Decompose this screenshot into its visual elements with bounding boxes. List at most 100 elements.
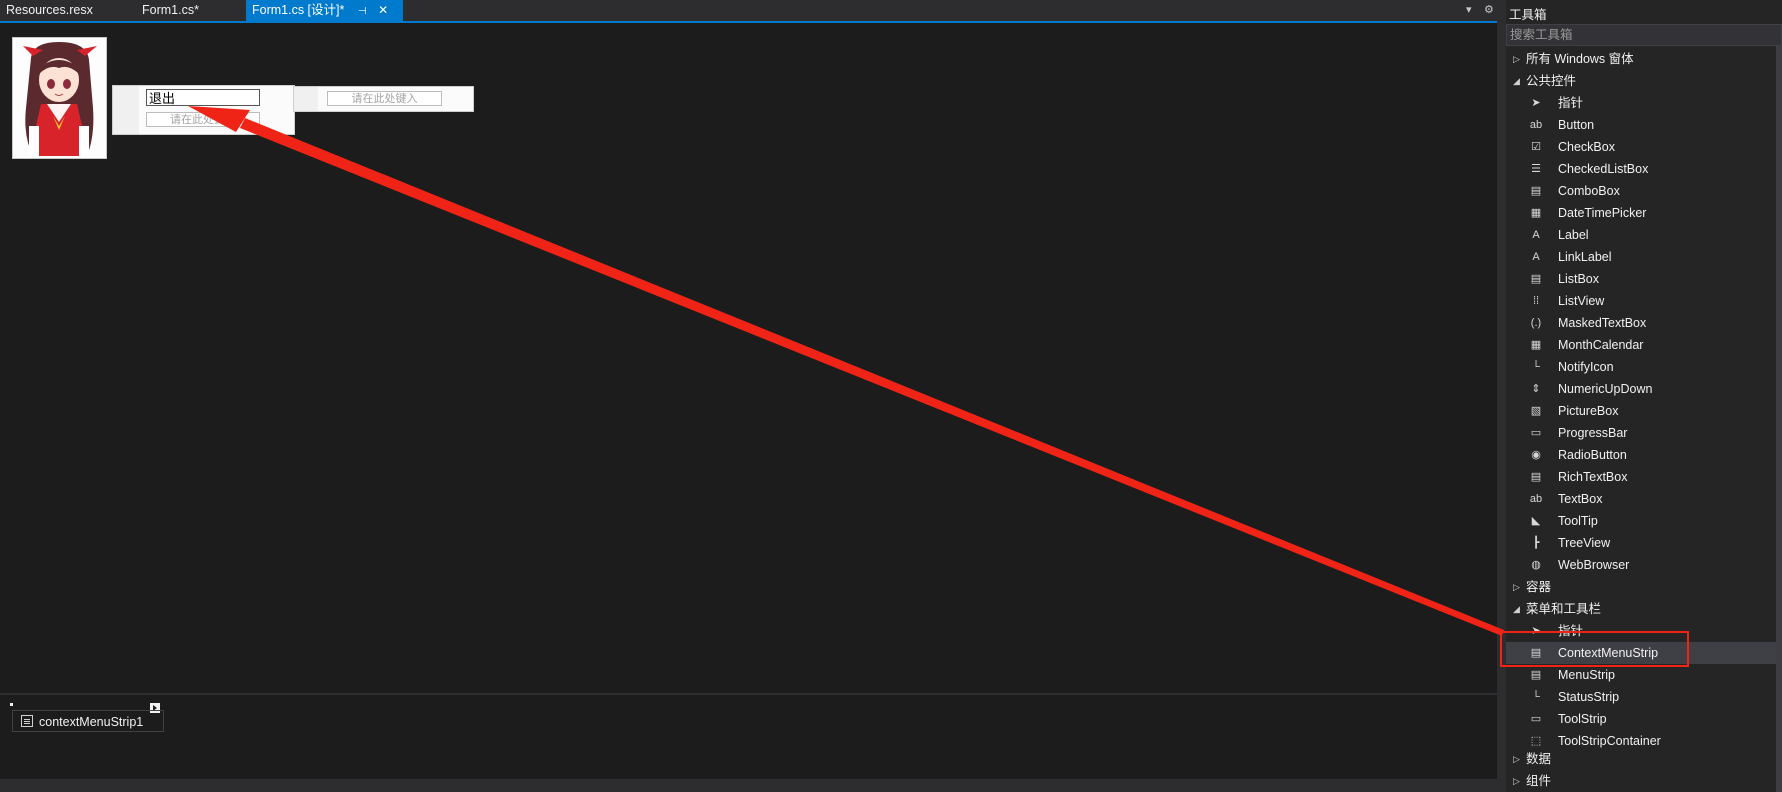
toolbox-search-input[interactable]: 搜索工具箱 bbox=[1506, 24, 1782, 46]
toolbox-item-datetimepicker[interactable]: ▦ DateTimePicker bbox=[1506, 202, 1782, 224]
toolbox-item-richtextbox[interactable]: ▤ RichTextBox bbox=[1506, 466, 1782, 488]
toolbox-item-picturebox[interactable]: ▧ PictureBox bbox=[1506, 400, 1782, 422]
close-icon[interactable]: ✕ bbox=[378, 3, 388, 17]
label-icon: A bbox=[1532, 229, 1540, 241]
section-all-windows-forms[interactable]: ▷ 所有 Windows 窗体 bbox=[1506, 48, 1782, 70]
toolbox-item-label: ToolTip bbox=[1558, 514, 1598, 528]
picture-box[interactable] bbox=[12, 37, 107, 159]
tab-dropdown-icon[interactable]: ▾ bbox=[1466, 3, 1472, 16]
menustrip-icon: ▤ bbox=[1530, 669, 1542, 681]
section-label: 公共控件 bbox=[1526, 74, 1577, 88]
toolbox-item-textbox[interactable]: ab TextBox bbox=[1506, 488, 1782, 510]
selection-handle[interactable] bbox=[10, 703, 13, 706]
toolbox-item-radiobutton[interactable]: ◉ RadioButton bbox=[1506, 444, 1782, 466]
toolbox-item-treeview[interactable]: ┣ TreeView bbox=[1506, 532, 1782, 554]
status-bar bbox=[0, 779, 1497, 792]
toolbox-item-checkedlistbox[interactable]: ☰ CheckedListBox bbox=[1506, 158, 1782, 180]
toolbox-item-label: DateTimePicker bbox=[1558, 206, 1647, 220]
toolbox-item-checkbox[interactable]: ☑ CheckBox bbox=[1506, 136, 1782, 158]
toolstrip-icon: ▭ bbox=[1530, 713, 1542, 725]
toolbox-item-label: NumericUpDown bbox=[1558, 382, 1653, 396]
toolbox-item-label: NotifyIcon bbox=[1558, 360, 1614, 374]
section-components[interactable]: ▷ 组件 bbox=[1506, 770, 1782, 792]
numericupdown-icon: ⇕ bbox=[1531, 383, 1541, 395]
panel-splitter[interactable] bbox=[1497, 0, 1506, 792]
collapsed-arrow-icon: ▷ bbox=[1513, 54, 1520, 64]
context-menu-strip-preview[interactable]: 退出 请在此处键入 bbox=[112, 85, 295, 135]
notifyicon-icon: └ bbox=[1532, 361, 1540, 373]
toolbox-item-label: ProgressBar bbox=[1558, 426, 1628, 440]
toolbox-item-label: 指针 bbox=[1558, 96, 1584, 110]
checkbox-icon: ☑ bbox=[1531, 141, 1541, 153]
component-tray[interactable]: contextMenuStrip1 bbox=[0, 693, 1497, 781]
toolbox-item-label: ListView bbox=[1558, 294, 1605, 308]
anime-girl-image bbox=[13, 38, 106, 158]
toolbox-item-label: ToolStrip bbox=[1558, 712, 1607, 726]
combobox-icon: ▤ bbox=[1530, 185, 1542, 197]
toolbox-item-pointer[interactable]: ➤ 指针 bbox=[1506, 92, 1782, 114]
section-containers[interactable]: ▷ 容器 bbox=[1506, 576, 1782, 598]
toolbox-item-label: RichTextBox bbox=[1558, 470, 1628, 484]
section-common-controls[interactable]: ◢ 公共控件 bbox=[1506, 70, 1782, 92]
section-label: 菜单和工具栏 bbox=[1526, 602, 1602, 616]
toolbox-item-toolstrip[interactable]: ▭ ToolStrip bbox=[1506, 708, 1782, 730]
toolbox-item-notifyicon[interactable]: └ NotifyIcon bbox=[1506, 356, 1782, 378]
webbrowser-icon: ◍ bbox=[1531, 559, 1541, 571]
section-label: 组件 bbox=[1526, 774, 1552, 788]
section-data[interactable]: ▷ 数据 bbox=[1506, 748, 1782, 770]
statusstrip-icon: └ bbox=[1532, 691, 1540, 703]
toolbox-item-maskedtextbox[interactable]: (.) MaskedTextBox bbox=[1506, 312, 1782, 334]
monthcalendar-icon: ▦ bbox=[1530, 339, 1542, 351]
toolbox-item-combobox[interactable]: ▤ ComboBox bbox=[1506, 180, 1782, 202]
toolbox-item-webbrowser[interactable]: ◍ WebBrowser bbox=[1506, 554, 1782, 576]
toolbox-item-linklabel[interactable]: A LinkLabel bbox=[1506, 246, 1782, 268]
settings-icon[interactable]: ⚙ bbox=[1484, 3, 1494, 16]
collapsed-arrow-icon: ▷ bbox=[1513, 582, 1520, 592]
toolbox-item-button[interactable]: ab Button bbox=[1506, 114, 1782, 136]
toolbox-item-label[interactable]: A Label bbox=[1506, 224, 1782, 246]
checkedlistbox-icon: ☰ bbox=[1531, 163, 1541, 175]
tray-component-contextmenustrip[interactable]: contextMenuStrip1 bbox=[12, 710, 164, 732]
radiobutton-icon: ◉ bbox=[1531, 449, 1541, 461]
toolbox-item-monthcalendar[interactable]: ▦ MonthCalendar bbox=[1506, 334, 1782, 356]
tooltip-icon: ◣ bbox=[1531, 515, 1541, 527]
toolstripcontainer-icon: ⬚ bbox=[1530, 735, 1542, 747]
contextmenustrip-icon bbox=[21, 715, 33, 727]
toolbox-item-label: MaskedTextBox bbox=[1558, 316, 1647, 330]
toolbox-item-progressbar[interactable]: ▭ ProgressBar bbox=[1506, 422, 1782, 444]
type-here-placeholder[interactable]: 请在此处键入 bbox=[327, 91, 442, 106]
button-icon: ab bbox=[1529, 119, 1543, 131]
toolbox-item-label: RadioButton bbox=[1558, 448, 1627, 462]
linklabel-icon: A bbox=[1532, 251, 1540, 263]
toolbox-item-label: PictureBox bbox=[1558, 404, 1619, 418]
toolbox-item-listbox[interactable]: ▤ ListBox bbox=[1506, 268, 1782, 290]
toolbox-scrollbar[interactable] bbox=[1776, 46, 1782, 792]
toolbox-item-label: WebBrowser bbox=[1558, 558, 1630, 572]
section-menus-toolbars[interactable]: ◢ 菜单和工具栏 bbox=[1506, 598, 1782, 620]
tab-resources-resx[interactable]: Resources.resx bbox=[0, 0, 99, 21]
toolbox-item-menustrip[interactable]: ▤ MenuStrip bbox=[1506, 664, 1782, 686]
pin-icon[interactable]: ⊣ bbox=[358, 6, 367, 17]
menu-item-exit[interactable]: 退出 bbox=[146, 89, 260, 106]
toolbox-item-label: TextBox bbox=[1558, 492, 1603, 506]
toolbox-item-label: ComboBox bbox=[1558, 184, 1620, 198]
datetimepicker-icon: ▦ bbox=[1530, 207, 1542, 219]
tab-label: Form1.cs [设计]* bbox=[252, 3, 345, 17]
type-here-placeholder[interactable]: 请在此处键入 bbox=[146, 112, 260, 127]
toolbox-item-label: ListBox bbox=[1558, 272, 1599, 286]
toolbox-item-label: CheckBox bbox=[1558, 140, 1615, 154]
progressbar-icon: ▭ bbox=[1530, 427, 1542, 439]
submenu-preview[interactable]: 请在此处键入 bbox=[293, 86, 474, 112]
toolbox-item-label: MonthCalendar bbox=[1558, 338, 1644, 352]
designer-surface[interactable]: 退出 请在此处键入 请在此处键入 bbox=[0, 23, 1497, 693]
tab-form1-cs[interactable]: Form1.cs* bbox=[136, 0, 205, 21]
tab-form1-designer[interactable]: Form1.cs [设计]* ⊣ ✕ bbox=[246, 0, 403, 21]
richtextbox-icon: ▤ bbox=[1530, 471, 1542, 483]
toolbox-item-tooltip[interactable]: ◣ ToolTip bbox=[1506, 510, 1782, 532]
toolbox-item-label: Button bbox=[1558, 118, 1595, 132]
toolbox-item-listview[interactable]: ⁞⁞ ListView bbox=[1506, 290, 1782, 312]
toolbox-item-numericupdown[interactable]: ⇕ NumericUpDown bbox=[1506, 378, 1782, 400]
maskedtextbox-icon: (.) bbox=[1530, 317, 1542, 329]
annotation-highlight-box bbox=[1500, 631, 1689, 667]
toolbox-item-statusstrip[interactable]: └ StatusStrip bbox=[1506, 686, 1782, 708]
